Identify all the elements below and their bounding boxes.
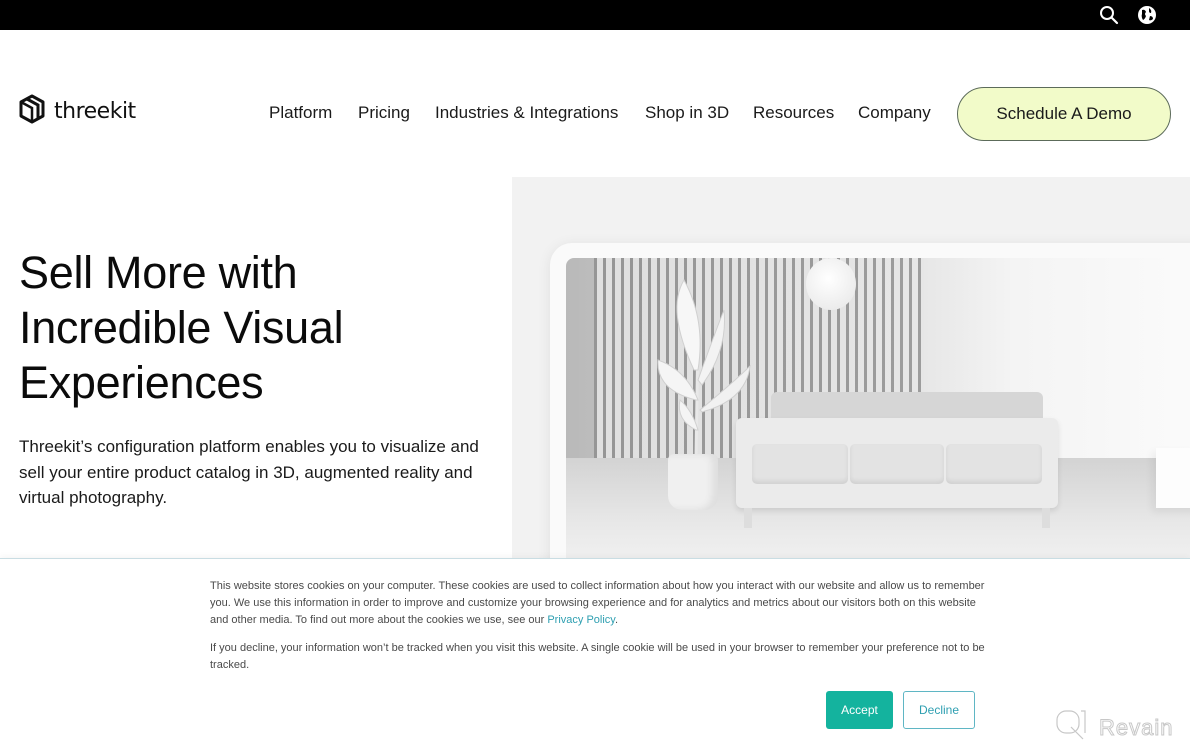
- logo-text: threekit: [54, 99, 136, 124]
- cookie-text-primary: This website stores cookies on your comp…: [210, 578, 985, 629]
- cookie-text-secondary: If you decline, your information won’t b…: [210, 642, 985, 671]
- accept-cookies-button[interactable]: Accept: [826, 691, 893, 729]
- cookie-banner: This website stores cookies on your comp…: [0, 558, 1190, 753]
- revain-logo-icon: [1055, 709, 1089, 746]
- globe-icon[interactable]: [1137, 5, 1157, 25]
- cookie-text-end: .: [615, 614, 619, 626]
- nav-company[interactable]: Company: [858, 103, 931, 123]
- top-utility-bar: [0, 0, 1190, 30]
- schedule-demo-button[interactable]: Schedule A Demo: [957, 87, 1171, 141]
- threekit-logo-icon: [18, 94, 46, 129]
- search-icon[interactable]: [1099, 5, 1119, 25]
- sofa-legs: [744, 508, 1050, 528]
- pendant-lamp: [806, 258, 856, 310]
- plant-pot: [668, 454, 718, 510]
- nav-industries-integrations[interactable]: Industries & Integrations: [435, 103, 618, 123]
- hero-title-line: Incredible Visual: [19, 302, 344, 353]
- hero-description: Threekit’s configuration platform enable…: [19, 437, 479, 507]
- steps: [1156, 448, 1190, 508]
- nav-pricing[interactable]: Pricing: [358, 103, 410, 123]
- sofa-cushion: [752, 444, 848, 484]
- nav-resources[interactable]: Resources: [753, 103, 834, 123]
- decline-cookies-button[interactable]: Decline: [903, 691, 975, 729]
- privacy-policy-link[interactable]: Privacy Policy: [547, 614, 615, 626]
- sofa-cushion: [850, 444, 944, 484]
- sofa-cushion: [946, 444, 1042, 484]
- hero-product-render: [566, 258, 1190, 560]
- nav-shop-in-3d[interactable]: Shop in 3D: [645, 103, 729, 123]
- hero-title-line: Experiences: [19, 357, 264, 408]
- threekit-logo[interactable]: threekit: [18, 94, 136, 129]
- hero-title-line: Sell More with: [19, 247, 298, 298]
- revain-watermark: Revain: [1055, 709, 1173, 746]
- nav-platform[interactable]: Platform: [269, 103, 332, 123]
- revain-text: Revain: [1098, 714, 1174, 740]
- hero-image-panel: [512, 177, 1190, 560]
- hero-title: Sell More with Incredible Visual Experie…: [19, 245, 499, 410]
